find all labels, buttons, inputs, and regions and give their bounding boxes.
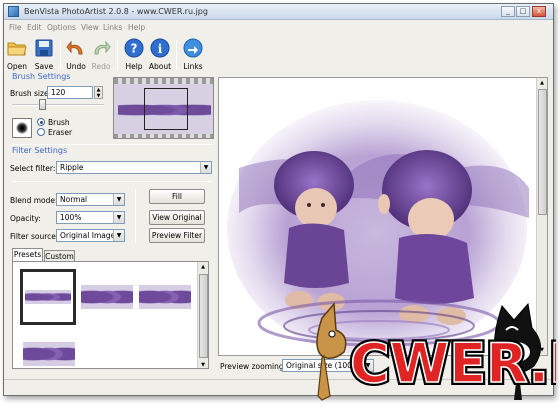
presets-scrollbar[interactable]: ▲ ▼ bbox=[197, 262, 208, 368]
menu-links[interactable]: Links bbox=[103, 23, 122, 32]
menu-help[interactable]: Help bbox=[128, 23, 145, 32]
eraser-mode-label: Eraser bbox=[48, 128, 73, 137]
brush-mode-radio[interactable] bbox=[37, 118, 45, 126]
globe-arrow-icon bbox=[183, 38, 203, 58]
scroll-up-icon[interactable]: ▲ bbox=[537, 78, 547, 88]
undo-button[interactable]: Undo bbox=[63, 38, 89, 72]
opacity-label: Opacity: bbox=[10, 214, 41, 223]
opacity-select[interactable]: 100% ▼ bbox=[56, 211, 125, 224]
blend-mode-label: Blend mode: bbox=[10, 196, 58, 205]
menu-bar: File Edit Options View Links Help bbox=[4, 21, 553, 34]
brush-mode-label: Brush bbox=[48, 118, 70, 127]
svg-text:CWER.RU: CWER.RU bbox=[350, 332, 556, 395]
preview-scroll-thumb[interactable] bbox=[538, 89, 547, 215]
filter-select-value: Ripple bbox=[60, 163, 84, 172]
blend-mode-select[interactable]: Normal ▼ bbox=[56, 193, 125, 206]
blend-mode-value: Normal bbox=[60, 195, 88, 204]
cartoon-mascots-icon: CWER.RU CWER.RU bbox=[316, 302, 560, 401]
toolbar: Open Save Undo Redo ? Help i About Links bbox=[4, 35, 553, 73]
view-original-button[interactable]: View Original bbox=[149, 210, 205, 225]
preset-thumbnail[interactable] bbox=[23, 342, 75, 366]
preset-thumbnail[interactable] bbox=[139, 285, 191, 309]
brush-preview bbox=[12, 118, 32, 138]
title-bar: BenVista PhotoArtist 2.0.8 - www.CWER.ru… bbox=[4, 4, 553, 20]
menu-file[interactable]: File bbox=[9, 23, 22, 32]
links-button[interactable]: Links bbox=[180, 38, 206, 72]
brush-size-slider-track[interactable] bbox=[12, 104, 104, 106]
help-question-icon: ? bbox=[124, 38, 144, 58]
chevron-down-icon: ▼ bbox=[200, 162, 211, 173]
redo-button[interactable]: Redo bbox=[88, 38, 114, 72]
toolbar-separator bbox=[117, 40, 118, 70]
save-button[interactable]: Save bbox=[31, 38, 57, 72]
app-icon bbox=[8, 6, 19, 17]
opacity-value: 100% bbox=[60, 213, 82, 222]
menu-edit[interactable]: Edit bbox=[27, 23, 42, 32]
navigator-viewport-rect[interactable] bbox=[144, 88, 188, 130]
menu-options[interactable]: Options bbox=[47, 23, 76, 32]
preview-filter-button[interactable]: Preview Filter bbox=[149, 228, 205, 243]
vertical-divider bbox=[135, 189, 136, 243]
maximize-button[interactable]: □ bbox=[516, 6, 530, 17]
preset-thumbnail[interactable] bbox=[81, 285, 133, 309]
brush-size-label: Brush size: bbox=[10, 89, 52, 98]
scroll-up-icon[interactable]: ▲ bbox=[198, 262, 208, 272]
filter-settings-title: Filter Settings bbox=[12, 146, 68, 155]
brush-size-input[interactable]: 120 bbox=[47, 86, 93, 99]
preview-zoom-label: Preview zooming: bbox=[220, 362, 287, 371]
preset-thumbnail-selected[interactable] bbox=[20, 269, 76, 325]
toolbar-separator bbox=[176, 40, 177, 70]
redo-arrow-icon bbox=[94, 40, 111, 55]
eraser-mode-radio[interactable] bbox=[37, 128, 45, 136]
about-button[interactable]: i About bbox=[147, 38, 173, 72]
chevron-down-icon: ▼ bbox=[113, 230, 124, 241]
svg-text:i: i bbox=[158, 42, 163, 56]
navigator-thumbnail[interactable] bbox=[113, 77, 214, 139]
filter-source-label: Filter source: bbox=[10, 232, 59, 241]
divider bbox=[12, 144, 212, 145]
brush-shape-icon bbox=[16, 122, 28, 134]
divider bbox=[12, 181, 212, 182]
presets-panel: ▲ ▼ bbox=[12, 261, 209, 369]
brush-size-slider-thumb[interactable] bbox=[39, 99, 46, 110]
toolbar-separator bbox=[60, 40, 61, 70]
watermark-logo: CWER.RU CWER.RU bbox=[292, 300, 560, 404]
undo-arrow-icon bbox=[66, 40, 83, 55]
folder-icon bbox=[7, 42, 27, 56]
filter-select[interactable]: Ripple ▼ bbox=[56, 161, 212, 174]
brush-size-spinner[interactable]: ▲ ▼ bbox=[94, 86, 103, 99]
tab-presets[interactable]: Presets bbox=[12, 248, 43, 262]
select-filter-label: Select filter: bbox=[10, 164, 56, 173]
open-button[interactable]: Open bbox=[4, 38, 30, 72]
floppy-disk-icon bbox=[35, 39, 53, 57]
presets-scroll-thumb[interactable] bbox=[199, 274, 208, 358]
fill-button[interactable]: Fill bbox=[149, 189, 205, 204]
close-button[interactable]: x bbox=[532, 6, 546, 17]
window-title: BenVista PhotoArtist 2.0.8 - www.CWER.ru… bbox=[24, 7, 208, 16]
minimize-button[interactable]: _ bbox=[501, 6, 515, 17]
help-button[interactable]: ? Help bbox=[121, 38, 147, 72]
brush-settings-title: Brush Settings bbox=[12, 72, 71, 81]
svg-text:?: ? bbox=[131, 42, 138, 56]
chevron-down-icon: ▼ bbox=[113, 212, 124, 223]
filter-source-select[interactable]: Original Image ▼ bbox=[56, 229, 125, 242]
filter-source-value: Original Image bbox=[60, 231, 116, 240]
info-icon: i bbox=[150, 38, 170, 58]
menu-view[interactable]: View bbox=[81, 23, 99, 32]
scroll-down-icon[interactable]: ▼ bbox=[198, 360, 208, 368]
chevron-down-icon: ▼ bbox=[113, 194, 124, 205]
